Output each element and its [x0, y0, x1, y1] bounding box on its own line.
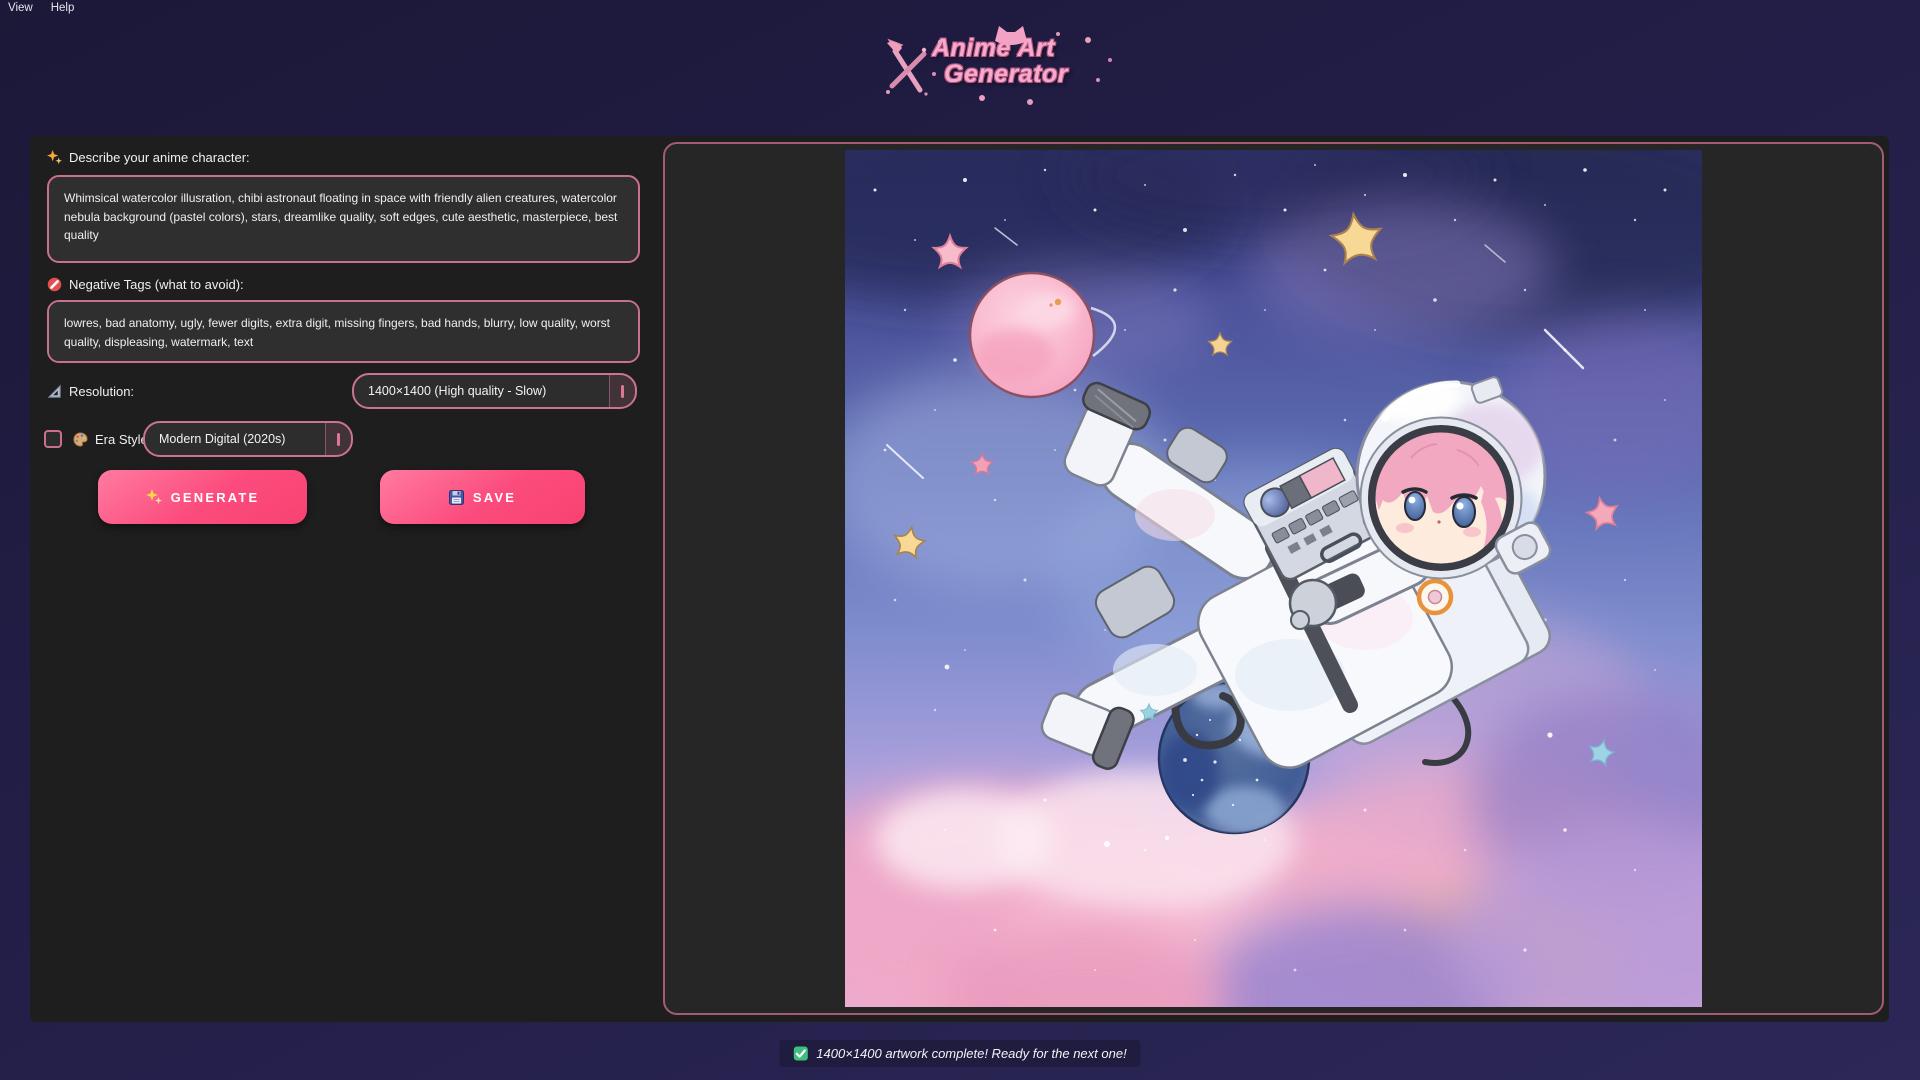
dropdown-indicator-icon — [337, 433, 340, 446]
logo-title-line2: Generator — [944, 62, 1068, 87]
era-dropdown-button[interactable] — [325, 423, 351, 455]
window: { "menu": { "view": "View", "help": "Hel… — [0, 0, 1920, 1080]
main-panel: Describe your anime character: Whimsical… — [30, 136, 1889, 1022]
status-message: 1400×1400 artwork complete! Ready for th… — [816, 1046, 1126, 1061]
sparkles-icon — [146, 489, 162, 505]
negative-label: Negative Tags (what to avoid): — [47, 276, 244, 292]
arm-patch — [1419, 581, 1451, 613]
prohibited-icon — [47, 277, 62, 292]
artist-palette-icon — [73, 432, 88, 447]
sparkles-icon — [47, 150, 62, 165]
menu-bar: View Help — [0, 0, 1920, 18]
describe-textarea[interactable]: Whimsical watercolor illusration, chibi … — [47, 175, 640, 263]
logo-sparkle-dots — [938, 40, 942, 44]
describe-label: Describe your anime character: — [47, 149, 250, 165]
menu-help[interactable]: Help — [51, 2, 75, 16]
floppy-disk-icon — [449, 490, 464, 505]
app-logo: Anime Art Generator — [884, 36, 1068, 98]
dropdown-indicator-icon — [621, 385, 624, 398]
resolution-dropdown-button[interactable] — [609, 375, 635, 407]
artwork-viewer-panel — [663, 142, 1884, 1015]
era-style-value: Modern Digital (2020s) — [145, 432, 325, 446]
resolution-value: 1400×1400 (High quality - Slow) — [354, 384, 609, 398]
era-style-dropdown[interactable]: Modern Digital (2020s) — [143, 421, 353, 457]
save-button[interactable]: SAVE — [380, 470, 585, 524]
menu-view[interactable]: View — [8, 2, 33, 16]
triangular-ruler-icon — [47, 384, 62, 399]
era-style-label: Era Style: — [73, 431, 151, 447]
negative-textarea[interactable]: lowres, bad anatomy, ugly, fewer digits,… — [47, 300, 640, 363]
status-bar: 1400×1400 artwork complete! Ready for th… — [779, 1040, 1140, 1067]
resolution-label: Resolution: — [47, 383, 134, 399]
generate-button[interactable]: GENERATE — [98, 470, 307, 524]
check-mark-icon — [793, 1046, 808, 1061]
generated-artwork — [845, 150, 1702, 1007]
resolution-dropdown[interactable]: 1400×1400 (High quality - Slow) — [352, 373, 637, 409]
cat-ears-icon — [992, 23, 1030, 45]
crossed-brush-wand-icon — [884, 36, 930, 98]
era-style-checkbox[interactable] — [44, 430, 62, 448]
